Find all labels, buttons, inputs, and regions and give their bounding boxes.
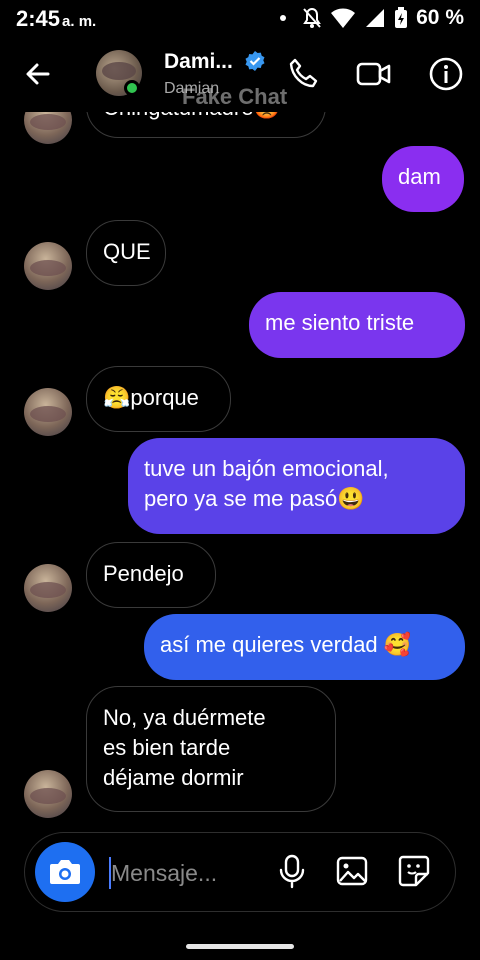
message-received[interactable]: Chingatumadre😡 — [86, 112, 326, 138]
message-sent[interactable]: me siento triste — [249, 292, 465, 358]
camera-button[interactable] — [35, 842, 95, 902]
message-text: me siento triste — [265, 310, 415, 335]
message-text: Pendejo — [103, 561, 184, 586]
message-received[interactable]: Pendejo — [86, 542, 216, 608]
message-sent[interactable]: tuve un bajón emocional, pero ya se me p… — [128, 438, 465, 534]
message-text: 😤porque — [103, 385, 199, 410]
message-composer — [24, 832, 456, 912]
message-text: QUE — [103, 239, 151, 264]
status-ampm: a. m. — [62, 13, 97, 30]
sender-avatar — [24, 564, 72, 612]
camera-icon — [50, 860, 80, 884]
verified-badge-icon — [245, 51, 265, 71]
message-line: pero ya se me pasó😃 — [144, 486, 365, 511]
sender-avatar — [24, 112, 72, 144]
status-bar: 2:45 a. m. 60 % — [0, 0, 480, 38]
message-line: es bien tarde — [103, 735, 231, 760]
battery-icon — [395, 7, 408, 28]
message-line: tuve un bajón emocional, — [144, 456, 389, 481]
status-icons: 60 % — [280, 6, 464, 30]
message-received[interactable]: No, ya duérmete es bien tarde déjame dor… — [86, 686, 336, 812]
gallery-icon[interactable] — [335, 853, 369, 889]
chat-header: Dami... Damian Fake Chat — [0, 40, 480, 112]
mute-icon — [303, 7, 321, 28]
phone-call-icon[interactable] — [286, 56, 322, 92]
message-text: dam — [398, 164, 441, 189]
sticker-icon[interactable] — [397, 853, 431, 889]
message-received[interactable]: 😤porque — [86, 366, 231, 432]
info-icon[interactable] — [428, 56, 464, 92]
message-text: así me quieres verdad 🥰 — [160, 632, 412, 657]
wifi-icon — [331, 8, 356, 28]
sender-avatar — [24, 388, 72, 436]
message-received[interactable]: QUE — [86, 220, 166, 286]
sender-avatar — [24, 242, 72, 290]
home-indicator[interactable] — [186, 944, 294, 949]
message-line: No, ya duérmete — [103, 705, 266, 730]
watermark: Fake Chat — [182, 84, 288, 109]
online-status-dot — [124, 80, 140, 96]
message-line: déjame dormir — [103, 765, 244, 790]
video-call-icon[interactable] — [356, 56, 392, 92]
message-input[interactable] — [111, 855, 261, 891]
message-text: Chingatumadre😡 — [103, 112, 281, 120]
back-arrow-icon[interactable] — [22, 58, 54, 90]
signal-icon — [366, 9, 385, 27]
status-time: 2:45 a. m. — [16, 6, 97, 31]
message-list[interactable]: Chingatumadre😡 dam QUE me siento triste … — [0, 112, 480, 822]
microphone-icon[interactable] — [275, 853, 309, 889]
message-sent[interactable]: así me quieres verdad 🥰 — [144, 614, 465, 680]
battery-level: 60 % — [416, 6, 464, 29]
contact-name[interactable]: Dami... — [164, 50, 233, 74]
message-sent[interactable]: dam — [382, 146, 464, 212]
dot-icon — [280, 15, 287, 21]
sender-avatar — [24, 770, 72, 818]
